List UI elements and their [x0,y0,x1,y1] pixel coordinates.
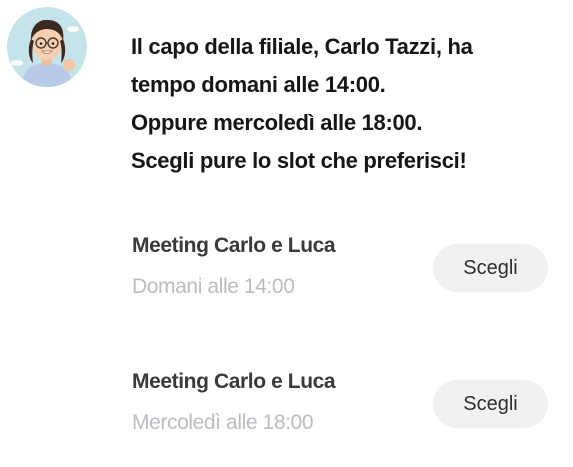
assistant-message: Il capo della filiale, Carlo Tazzi, ha t… [131,28,551,180]
slot-card-wednesday: Meeting Carlo e Luca Mercoledì alle 18:0… [82,340,566,460]
message-line: Il capo della filiale, Carlo Tazzi, ha [131,34,473,59]
slot-time: Domani alle 14:00 [132,275,295,298]
message-line: Oppure mercoledì alle 18:00. [131,110,423,135]
choose-slot-button[interactable]: Scegli [433,380,548,428]
slot-title: Meeting Carlo e Luca [132,234,336,257]
message-line: Scegli pure lo slot che preferisci! [131,148,467,173]
avatar [7,7,87,87]
message-line: tempo domani alle 14:00. [131,72,386,97]
choose-slot-button[interactable]: Scegli [433,244,548,292]
slot-time: Mercoledì alle 18:00 [132,411,314,434]
user-avatar-icon [11,19,79,87]
slot-card-tomorrow: Meeting Carlo e Luca Domani alle 14:00 S… [82,204,566,324]
slot-title: Meeting Carlo e Luca [132,370,336,393]
